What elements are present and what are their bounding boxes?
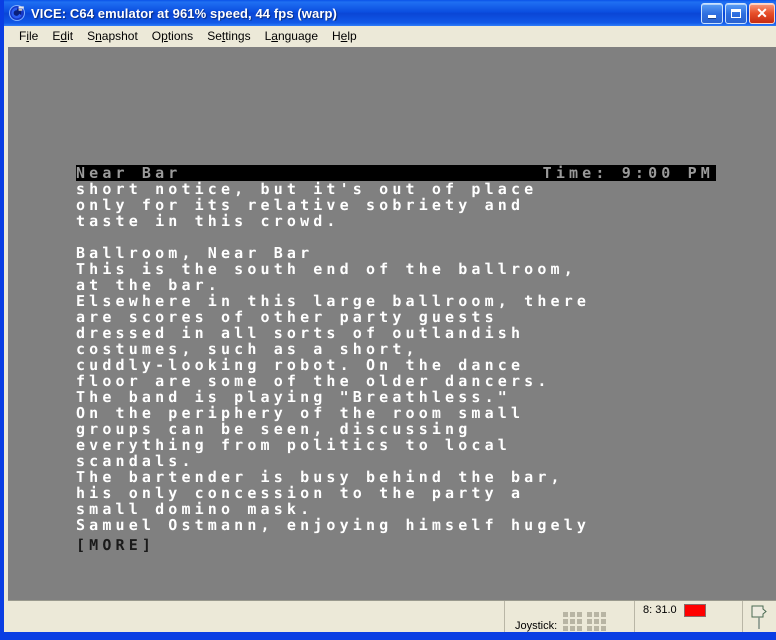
screen-text-line: short notice, but it's out of place <box>76 180 538 198</box>
vice-c64-icon <box>8 4 26 22</box>
screen-text-line: only for its relative sobriety and <box>76 196 525 214</box>
screen-text-line: cuddly-looking robot. On the dance <box>76 356 525 374</box>
drive-status-pane[interactable]: 8: 31.0 <box>634 601 742 636</box>
menu-edit[interactable]: Edit <box>45 27 80 46</box>
screen-text-line: The bartender is busy behind the bar, <box>76 468 564 486</box>
screen-text-line: at the bar. <box>76 276 221 294</box>
window-title: VICE: C64 emulator at 961% speed, 44 fps… <box>31 5 337 21</box>
tape-status-pane[interactable] <box>742 601 776 636</box>
menu-snapshot[interactable]: Snapshot <box>80 27 145 46</box>
screen-text-line: groups can be seen, discussing <box>76 420 472 438</box>
maximize-icon <box>731 8 741 18</box>
c64-screen: Near Bar Time: 9:00 PM short notice, but… <box>8 47 776 600</box>
more-prompt: [MORE] <box>76 536 156 554</box>
menu-help[interactable]: Help <box>325 27 364 46</box>
game-status-line: Near Bar Time: 9:00 PM <box>76 165 716 181</box>
screen-text-line: Elsewhere in this large ballroom, there <box>76 292 591 310</box>
game-location-label: Near Bar <box>76 165 182 181</box>
close-button[interactable]: ✕ <box>749 2 775 24</box>
drive-led-icon <box>683 604 706 617</box>
menu-language[interactable]: Language <box>258 27 325 46</box>
menu-file[interactable]: File <box>12 27 45 46</box>
menu-bar: File Edit Snapshot Options Settings Language H… <box>8 26 776 47</box>
screen-text-line: Samuel Ostmann, enjoying himself hugely <box>76 516 591 534</box>
title-bar[interactable]: VICE: C64 emulator at 961% speed, 44 fps… <box>4 0 776 26</box>
screen-text-line: The band is playing "Breathless." <box>76 388 511 406</box>
screen-text-line: are scores of other party guests <box>76 308 498 326</box>
screen-text-line: everything from politics to local <box>76 436 511 454</box>
screen-text-line: his only concession to the party a <box>76 484 525 502</box>
window-frame: VICE: C64 emulator at 961% speed, 44 fps… <box>0 0 776 640</box>
window-bottom-edge <box>4 632 776 636</box>
datasette-icon <box>750 604 770 630</box>
minimize-button[interactable] <box>701 2 723 24</box>
joystick-status-pane[interactable]: Joystick: <box>504 601 634 636</box>
screen-text-line: taste in this crowd. <box>76 212 340 230</box>
status-bar-message-pane <box>8 601 504 636</box>
menu-settings[interactable]: Settings <box>200 27 257 46</box>
screen-text-line: dressed in all sorts of outlandish <box>76 324 525 342</box>
drive-track-label: 8: 31.0 <box>643 604 677 616</box>
game-time-label: Time: 9:00 PM <box>542 165 714 181</box>
joystick-direction-indicator <box>563 612 583 631</box>
close-icon: ✕ <box>756 4 768 21</box>
maximize-button[interactable] <box>725 2 747 24</box>
screen-text-line: On the periphery of the room small <box>76 404 525 422</box>
minimize-icon <box>708 15 716 18</box>
vice-emulator-window: VICE: C64 emulator at 961% speed, 44 fps… <box>0 0 776 640</box>
emulator-viewport[interactable]: Near Bar Time: 9:00 PM short notice, but… <box>8 47 776 600</box>
screen-text-line: floor are some of the older dancers. <box>76 372 551 390</box>
status-bar: Joystick: 8: 31.0 <box>8 600 776 636</box>
screen-text-line: Ballroom, Near Bar <box>76 244 314 262</box>
screen-text-line: This is the south end of the ballroom, <box>76 260 577 278</box>
screen-text-line: scandals. <box>76 452 195 470</box>
screen-text-line: small domino mask. <box>76 500 314 518</box>
screen-text-line: costumes, such as a short, <box>76 340 419 358</box>
joystick-fire-indicator <box>587 612 607 631</box>
menu-options[interactable]: Options <box>145 27 200 46</box>
joystick-label: Joystick: <box>515 620 558 632</box>
caption-button-group: ✕ <box>701 2 775 24</box>
